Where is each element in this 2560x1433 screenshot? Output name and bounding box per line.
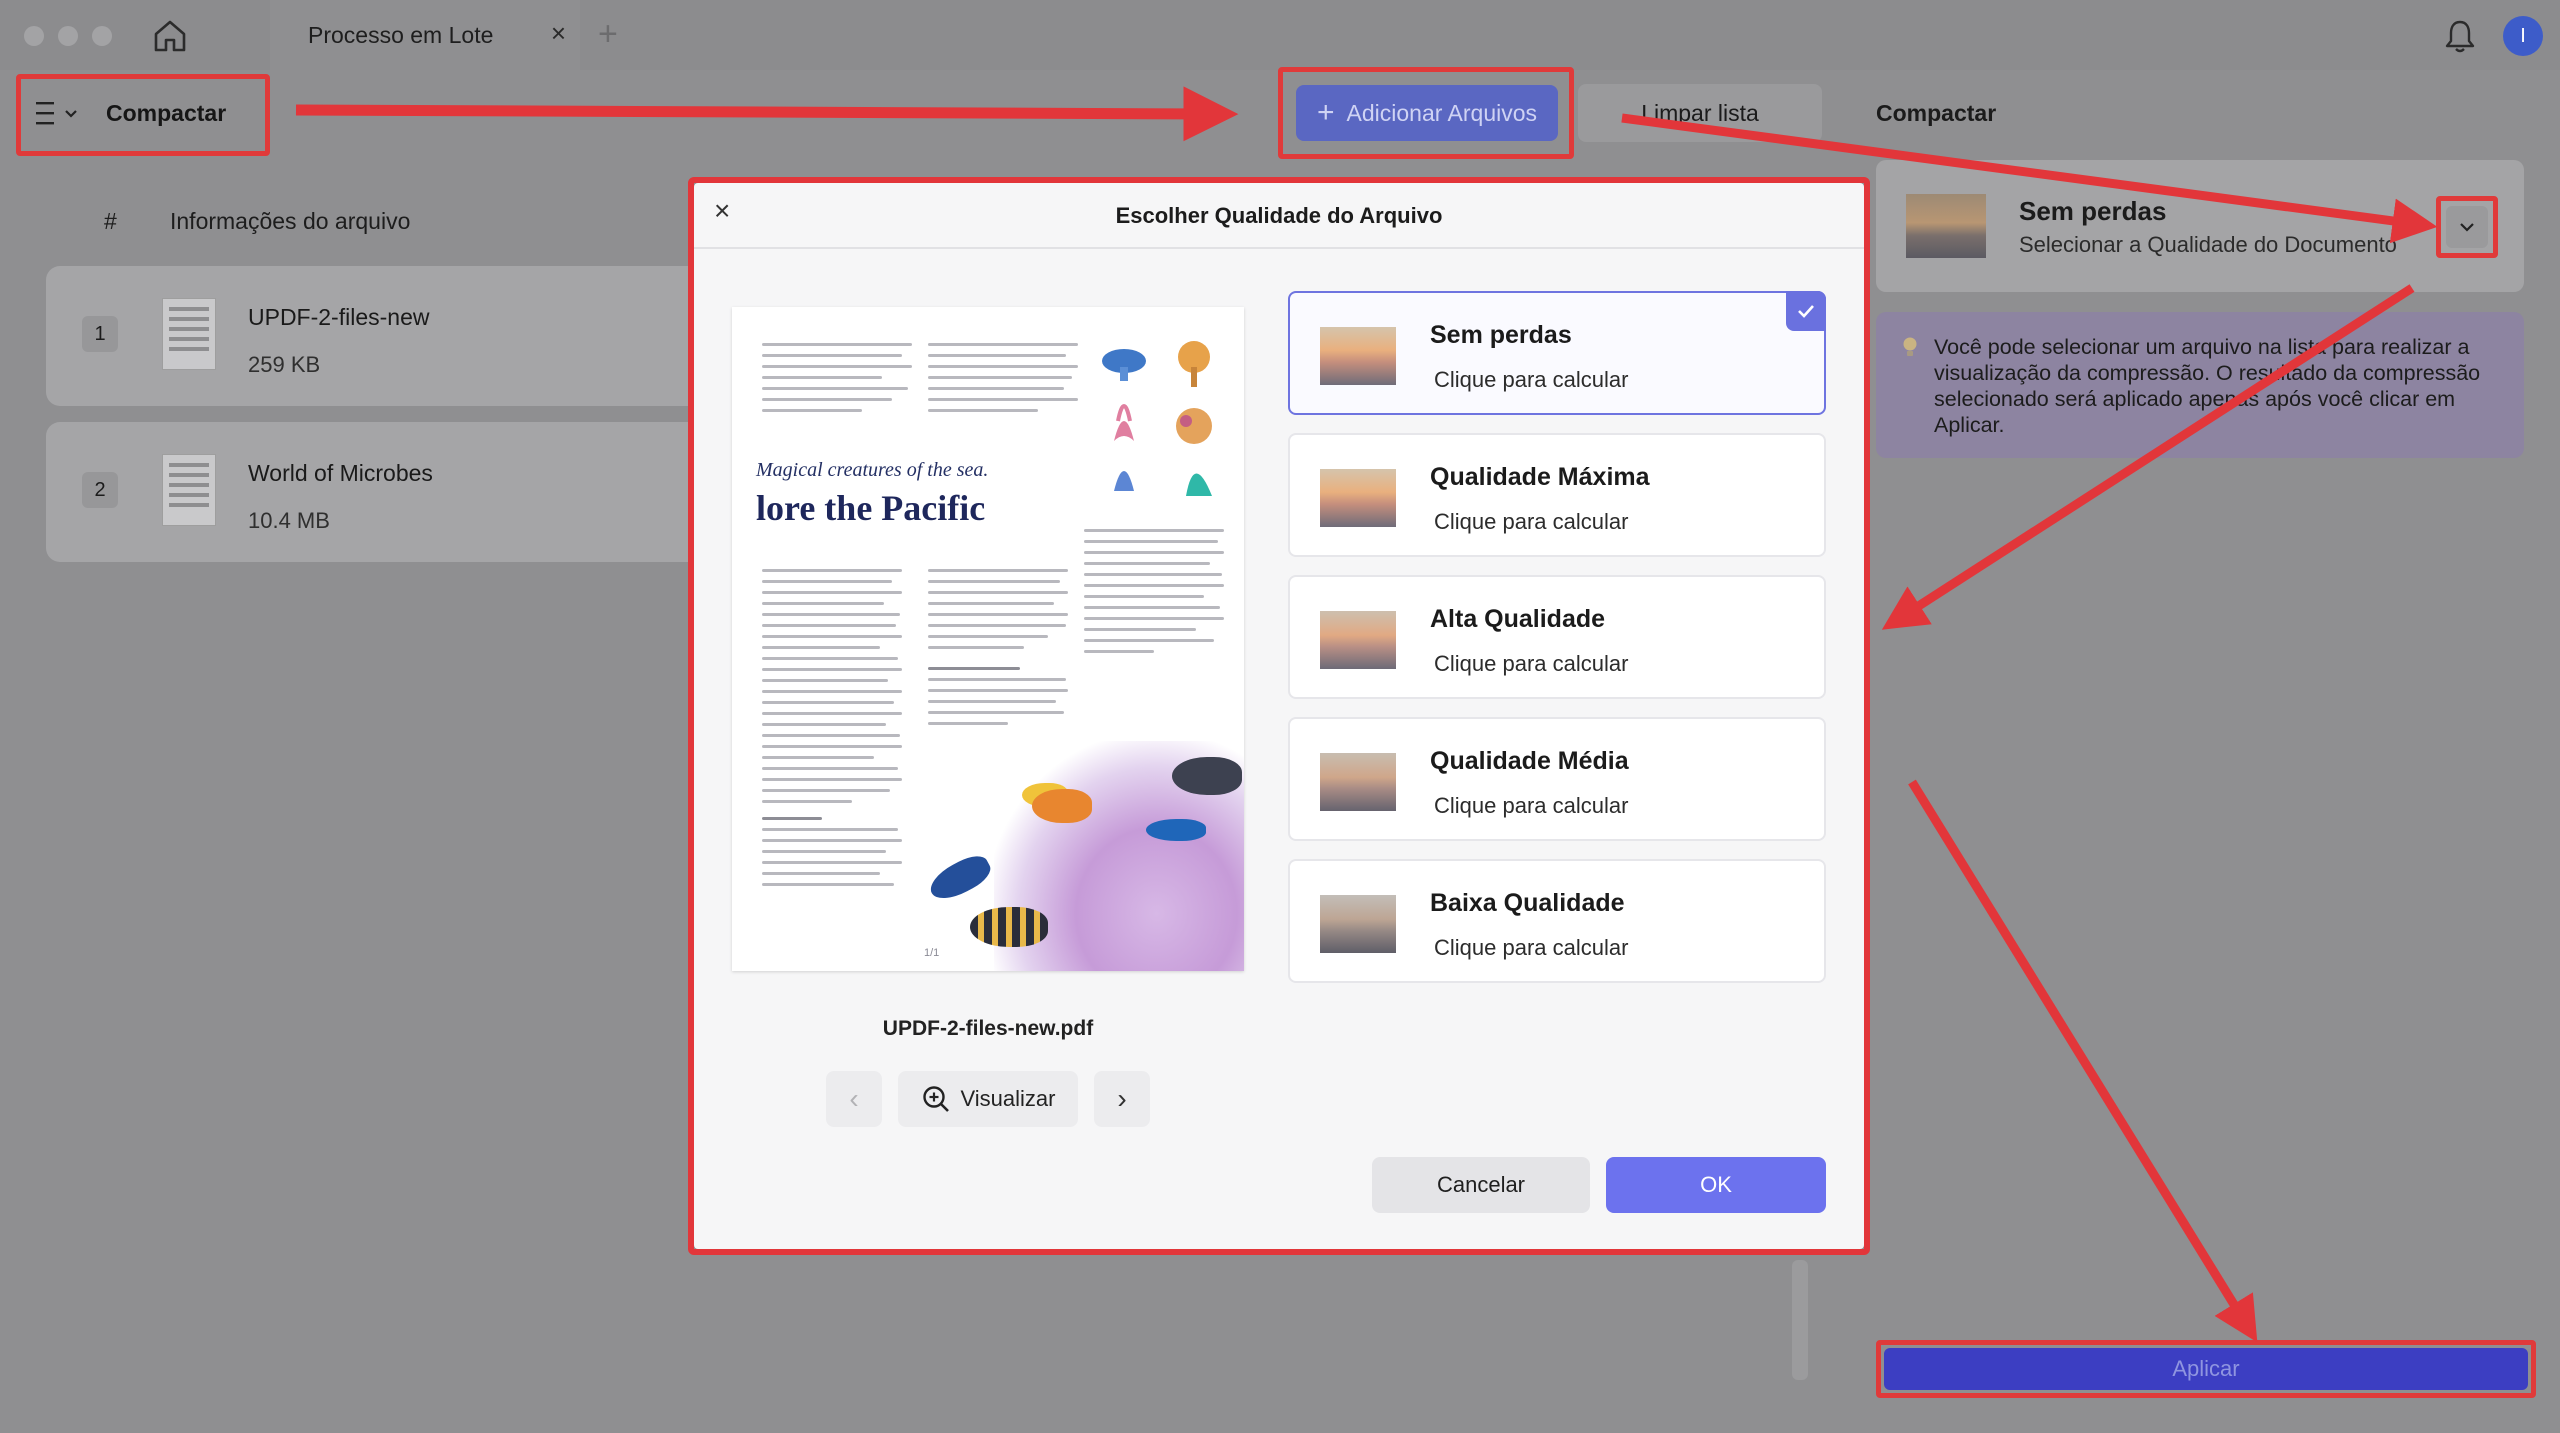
tab-close-icon[interactable]: × <box>551 18 566 49</box>
file-name: World of Microbes <box>248 460 433 486</box>
preview-file-name: UPDF-2-files-new.pdf <box>882 1017 1094 1040</box>
lightbulb-icon <box>1903 337 1917 356</box>
new-tab-icon[interactable]: + <box>598 15 618 54</box>
chevron-down-icon <box>2460 223 2474 232</box>
fish-image <box>924 849 996 907</box>
option-thumbnail <box>1320 753 1396 811</box>
table-row[interactable]: 1 UPDF-2-files-new 259 KB <box>46 266 726 406</box>
tab-label: Processo em Lote <box>308 22 494 48</box>
file-thumbnail <box>162 298 216 370</box>
option-subtitle: Clique para calcular <box>1434 651 1629 676</box>
list-scrollbar[interactable] <box>1792 1260 1808 1380</box>
quality-option-baixa[interactable]: Baixa Qualidade Clique para calcular <box>1288 859 1826 983</box>
preview-text-block <box>762 569 902 894</box>
divider <box>694 247 1864 249</box>
add-files-button[interactable]: + Adicionar Arquivos <box>1296 85 1558 141</box>
arrow-to-add-files <box>295 86 1239 142</box>
fish-image <box>1032 789 1092 823</box>
option-subtitle: Clique para calcular <box>1434 509 1629 534</box>
option-thumbnail <box>1320 469 1396 527</box>
check-icon <box>1798 305 1814 318</box>
prev-page-button[interactable]: ‹ <box>826 1071 882 1127</box>
bell-icon[interactable] <box>2442 18 2478 54</box>
clear-list-button[interactable]: Limpar lista <box>1578 84 1822 142</box>
file-name: UPDF-2-files-new <box>248 304 430 330</box>
file-thumbnail <box>162 454 216 526</box>
add-files-label: Adicionar Arquivos <box>1346 99 1538 126</box>
fish-image <box>1172 757 1242 795</box>
preview-text-block <box>762 343 912 420</box>
quality-option-media[interactable]: Qualidade Média Clique para calcular <box>1288 717 1826 841</box>
option-subtitle: Clique para calcular <box>1434 935 1629 960</box>
preview-subtitle: Magical creatures of the sea. <box>756 459 989 481</box>
row-number: 1 <box>82 316 118 352</box>
quality-thumbnail <box>1906 194 1986 258</box>
title-bar: Processo em Lote × + I <box>0 0 2560 70</box>
table-row[interactable]: 2 World of Microbes 10.4 MB <box>46 422 726 562</box>
option-thumbnail <box>1320 327 1396 385</box>
option-title: Alta Qualidade <box>1430 605 1606 633</box>
window-minimize-dot[interactable] <box>58 26 78 46</box>
panel-title: Compactar <box>1876 100 1997 126</box>
window-close-dot[interactable] <box>24 26 44 46</box>
ok-button[interactable]: OK <box>1606 1157 1826 1213</box>
quality-dialog: × Escolher Qualidade do Arquivo Magical … <box>694 183 1864 1249</box>
quality-dropdown-button[interactable] <box>2446 206 2488 248</box>
option-title: Qualidade Máxima <box>1430 463 1650 491</box>
window-zoom-dot[interactable] <box>92 26 112 46</box>
file-size: 259 KB <box>248 352 321 377</box>
option-thumbnail <box>1320 611 1396 669</box>
option-title: Qualidade Média <box>1430 747 1629 775</box>
coral-illustration <box>1102 341 1212 496</box>
cancel-button[interactable]: Cancelar <box>1372 1157 1590 1213</box>
fish-image <box>1146 819 1206 841</box>
quality-option-maxima[interactable]: Qualidade Máxima Clique para calcular <box>1288 433 1826 557</box>
preview-text-block <box>1084 529 1224 661</box>
option-title: Sem perdas <box>1430 321 1572 349</box>
quality-subtitle: Selecionar a Qualidade do Documento <box>2019 232 2397 257</box>
row-number: 2 <box>82 472 118 508</box>
tab-processo-em-lote[interactable]: Processo em Lote × <box>270 0 580 70</box>
quality-option-sem-perdas[interactable]: Sem perdas Clique para calcular <box>1288 291 1826 415</box>
preview-text-block <box>928 569 1068 733</box>
apply-button[interactable]: Aplicar <box>1884 1348 2528 1390</box>
quality-selector[interactable]: Sem perdas Selecionar a Qualidade do Doc… <box>1876 160 2524 292</box>
zoom-in-icon <box>922 1086 949 1112</box>
home-icon[interactable] <box>150 16 190 56</box>
option-subtitle: Clique para calcular <box>1434 793 1629 818</box>
info-text: Você pode selecionar um arquivo na lista… <box>1934 335 2481 437</box>
file-size: 10.4 MB <box>248 508 330 533</box>
option-title: Baixa Qualidade <box>1430 889 1625 917</box>
document-preview: Magical creatures of the sea. lore the P… <box>732 307 1244 971</box>
preview-text-block <box>928 343 1078 420</box>
menu-icon[interactable] <box>36 100 80 128</box>
info-box: Você pode selecionar um arquivo na lista… <box>1876 312 2524 458</box>
quality-option-alta[interactable]: Alta Qualidade Clique para calcular <box>1288 575 1826 699</box>
option-subtitle: Clique para calcular <box>1434 367 1629 392</box>
next-page-button[interactable]: › <box>1094 1071 1150 1127</box>
preview-heading: lore the Pacific <box>756 488 986 528</box>
fish-image <box>970 907 1048 947</box>
plus-icon: + <box>1316 96 1335 129</box>
preview-label: Visualizar <box>960 1086 1056 1111</box>
dialog-title: Escolher Qualidade do Arquivo <box>1115 203 1443 228</box>
mode-label[interactable]: Compactar <box>106 100 226 127</box>
preview-page-number: 1/1 <box>924 947 940 959</box>
column-header-info: Informações do arquivo <box>170 208 411 234</box>
avatar[interactable]: I <box>2503 16 2543 56</box>
quality-title: Sem perdas <box>2019 196 2167 226</box>
option-thumbnail <box>1320 895 1396 953</box>
selected-badge <box>1786 291 1826 331</box>
preview-button[interactable]: Visualizar <box>898 1071 1078 1127</box>
column-header-number: # <box>104 208 117 234</box>
